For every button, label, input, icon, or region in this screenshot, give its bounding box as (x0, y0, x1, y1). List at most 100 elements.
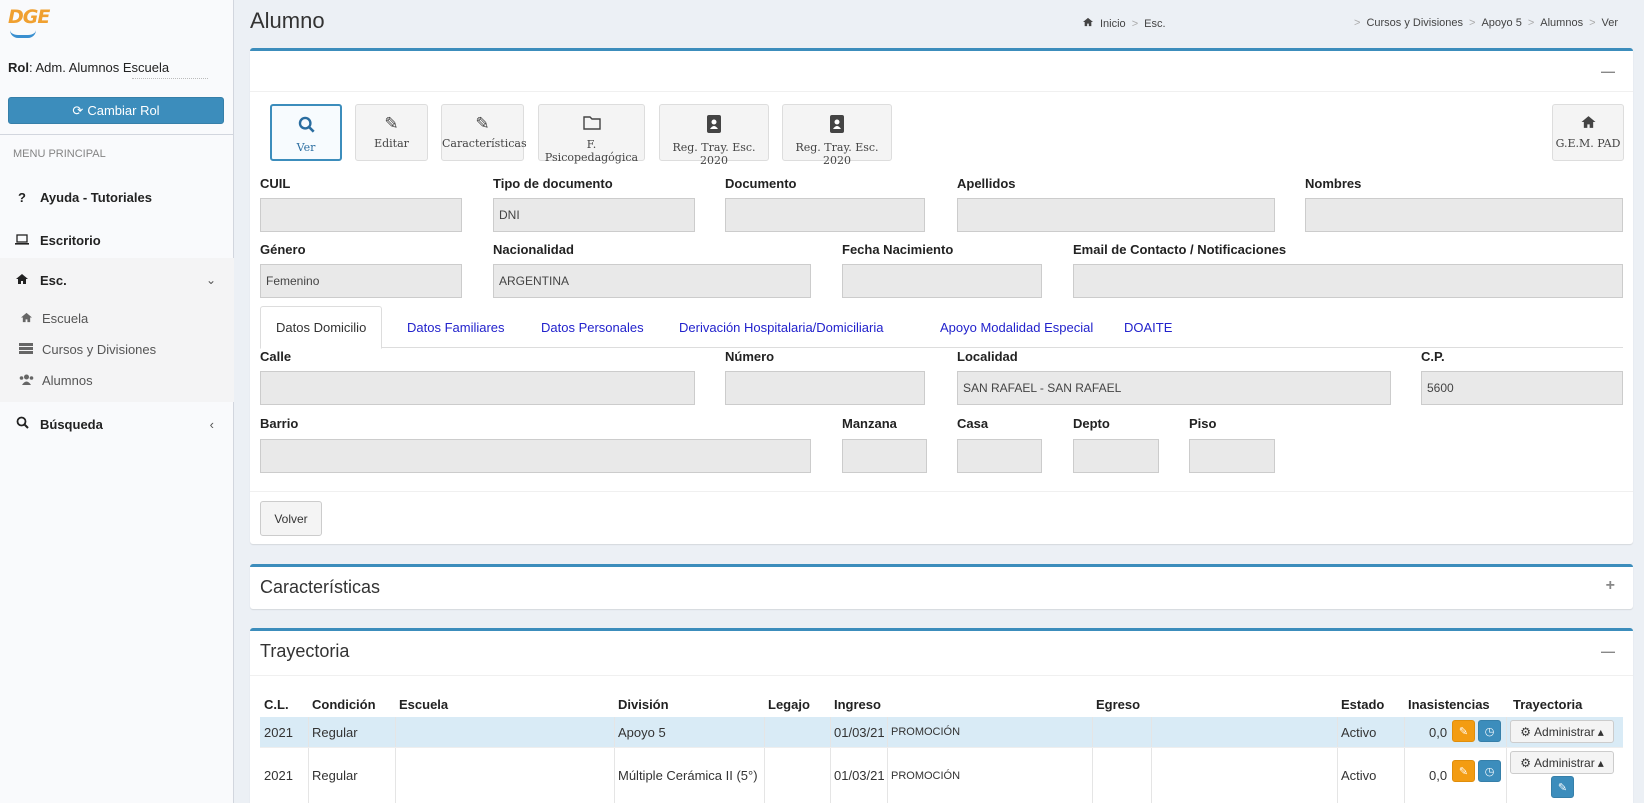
fecha-nacimiento-label: Fecha Nacimiento (842, 242, 954, 257)
panel-header-divider (250, 675, 1633, 676)
barrio-field[interactable] (260, 439, 811, 473)
genero-label: Género (260, 242, 306, 257)
sidebar-item-escritorio[interactable]: Escritorio (0, 218, 234, 262)
clock-button[interactable]: ◷ (1478, 760, 1501, 782)
email-field[interactable] (1073, 264, 1623, 298)
sidebar-subitem-label: Cursos y Divisiones (42, 342, 157, 357)
piso-field[interactable] (1189, 439, 1275, 473)
fecha-nacimiento-field[interactable] (842, 264, 1042, 298)
tipo-doc-field[interactable]: DNI (493, 198, 695, 232)
editar-label: Editar (374, 137, 409, 150)
edit-inasistencias-button[interactable]: ✎ (1452, 720, 1475, 742)
refresh-icon: ⟳ (72, 102, 84, 118)
clock-button[interactable]: ◷ (1478, 720, 1501, 742)
caracteristicas-title: Características (260, 577, 381, 597)
gem-pad-button[interactable]: G.E.M. PAD (1552, 104, 1624, 161)
tab-datos-familiares[interactable]: Datos Familiares (407, 306, 505, 348)
home-icon (18, 311, 34, 326)
administrar-label: Administrar (1534, 724, 1595, 739)
sidebar-subitem-escuela[interactable]: Escuela (18, 311, 88, 326)
editar-button[interactable]: ✎ Editar (355, 104, 428, 161)
breadcrumb-separator: > (1469, 17, 1476, 29)
reg-tray-button-1[interactable]: Reg. Tray. Esc. 2020 (659, 104, 769, 167)
documento-field[interactable] (725, 198, 925, 232)
nacionalidad-field[interactable]: ARGENTINA (493, 264, 811, 298)
administrar-button[interactable]: ⚙ Administrar ▴ (1510, 720, 1614, 743)
breadcrumb-inicio[interactable]: Inicio (1100, 18, 1126, 30)
sidebar-subitem-cursos[interactable]: Cursos y Divisiones (18, 342, 156, 357)
expand-icon[interactable]: + (1606, 577, 1615, 595)
address-book-icon (660, 115, 768, 137)
sidebar-subitem-alumnos[interactable]: Alumnos (18, 373, 93, 388)
genero-field[interactable]: Femenino (260, 264, 462, 298)
reg-tray-button-2[interactable]: Reg. Tray. Esc. 2020 (782, 104, 892, 167)
collapse-icon[interactable]: — (1601, 643, 1615, 659)
caracteristicas-label: Características (442, 137, 527, 150)
edit-trayectoria-button[interactable]: ✎ (1551, 776, 1574, 798)
cell-divider (614, 748, 615, 803)
sidebar-item-ayuda[interactable]: ? Ayuda - Tutoriales (0, 175, 234, 219)
psicopedagogica-button[interactable]: F. Psicopedagógica (538, 104, 645, 164)
tab-derivacion[interactable]: Derivación Hospitalaria/Domiciliaria (679, 306, 883, 348)
numero-field[interactable] (725, 371, 925, 405)
localidad-field[interactable]: SAN RAFAEL - SAN RAFAEL (957, 371, 1391, 405)
cell-divider (1092, 717, 1093, 747)
cell-divider (1337, 717, 1338, 747)
cell-estado: Activo (1341, 768, 1377, 783)
tab-datos-domicilio[interactable]: Datos Domicilio (260, 306, 383, 349)
col-estado: Estado (1341, 696, 1385, 712)
depto-field[interactable] (1073, 439, 1159, 473)
breadcrumb-ver: Ver (1601, 17, 1619, 29)
breadcrumb-separator: > (1589, 17, 1596, 29)
table-row[interactable]: 2021 Regular Apoyo 5 01/03/21 PROMOCIÓN … (260, 717, 1623, 747)
ver-button[interactable]: Ver (270, 104, 342, 161)
cell-cl: 2021 (264, 768, 293, 783)
cell-divider (1506, 748, 1507, 803)
rol-value: : Adm. Alumnos Escuela (28, 60, 170, 75)
cell-divider (395, 717, 396, 747)
list-icon (18, 342, 34, 357)
dge-logo[interactable]: DGE (8, 6, 54, 40)
table-row[interactable]: 2021 Regular Múltiple Cerámica II (5°) 0… (260, 747, 1623, 803)
cambiar-rol-button[interactable]: ⟳ Cambiar Rol (8, 97, 224, 124)
page-title: Alumno (250, 8, 325, 33)
casa-label: Casa (957, 416, 989, 431)
cell-inasistencias: 0,0 (1429, 768, 1448, 783)
apellidos-field[interactable] (957, 198, 1275, 232)
cell-divider (830, 717, 831, 747)
rol-info: Rol: Adm. Alumnos Escuela (8, 60, 169, 75)
col-ingreso: Ingreso (834, 696, 881, 712)
sidebar-item-busqueda[interactable]: Búsqueda ‹ (0, 402, 234, 446)
gears-icon: ⚙ (1520, 755, 1532, 770)
breadcrumb-esc[interactable]: Esc. (1144, 18, 1165, 30)
rol-divider (132, 78, 208, 79)
collapse-icon[interactable]: — (1601, 63, 1615, 79)
cp-field[interactable]: 5600 (1421, 371, 1623, 405)
sidebar-divider (0, 134, 234, 135)
breadcrumb-apoyo[interactable]: Apoyo 5 (1481, 17, 1521, 29)
manzana-field[interactable] (842, 439, 927, 473)
breadcrumb-alumnos[interactable]: Alumnos (1540, 17, 1583, 29)
breadcrumb-cursos[interactable]: Cursos y Divisiones (1366, 17, 1463, 29)
datos-tabs: Datos Domicilio Datos Familiares Datos P… (260, 306, 1623, 349)
cell-divider (1151, 748, 1152, 803)
cell-divider (830, 748, 831, 803)
volver-button[interactable]: Volver (260, 501, 322, 536)
tab-doaite[interactable]: DOAITE (1124, 306, 1172, 348)
trayectoria-panel: Trayectoria — C.L. Condición Escuela Div… (250, 628, 1633, 803)
cuil-field[interactable] (260, 198, 462, 232)
sidebar-item-esc[interactable]: Esc. ⌄ (0, 258, 234, 302)
nombres-field[interactable] (1305, 198, 1623, 232)
home-icon (14, 273, 30, 288)
casa-field[interactable] (957, 439, 1042, 473)
cell-division: Múltiple Cerámica II (5°) (618, 768, 758, 783)
edit-inasistencias-button[interactable]: ✎ (1452, 760, 1475, 782)
cell-divider (308, 717, 309, 747)
administrar-button[interactable]: ⚙ Administrar ▴ (1510, 751, 1614, 774)
cell-motivo: PROMOCIÓN (891, 769, 961, 782)
tab-datos-personales[interactable]: Datos Personales (541, 306, 644, 348)
caret-up-icon: ▴ (1597, 755, 1604, 770)
tab-apoyo-modalidad[interactable]: Apoyo Modalidad Especial (940, 306, 1093, 348)
caracteristicas-button[interactable]: ✎ Características (441, 104, 527, 161)
calle-field[interactable] (260, 371, 695, 405)
